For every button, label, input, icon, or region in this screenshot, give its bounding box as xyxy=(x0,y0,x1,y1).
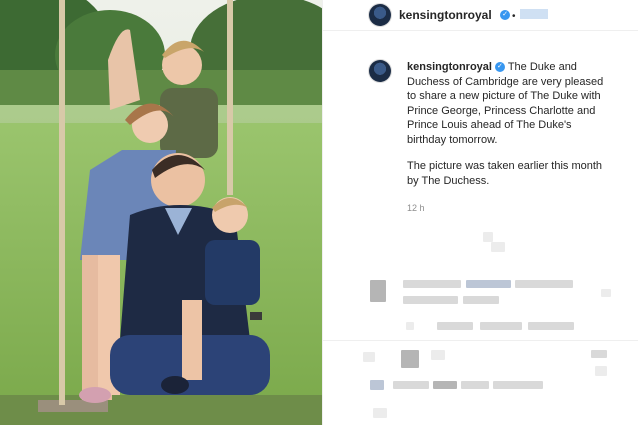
blurred-text xyxy=(403,280,461,288)
blurred-text xyxy=(528,322,574,330)
blurred-block xyxy=(431,350,445,360)
blurred-text xyxy=(403,296,458,304)
blurred-block xyxy=(601,289,611,297)
blurred-text xyxy=(433,381,457,389)
blurred-text xyxy=(393,381,429,389)
blurred-block xyxy=(491,242,505,252)
blurred-text xyxy=(463,296,499,304)
caption-avatar[interactable] xyxy=(369,60,391,82)
blurred-text xyxy=(466,280,511,288)
blurred-block xyxy=(595,366,607,376)
caption-verified-badge-icon: ✓ xyxy=(494,62,505,73)
verified-badge-icon: ✓ xyxy=(500,10,510,20)
header-separator: • xyxy=(512,11,516,22)
blurred-block xyxy=(483,232,493,242)
blurred-block xyxy=(406,322,414,330)
blurred-text xyxy=(437,322,473,330)
blurred-block xyxy=(363,352,375,362)
caption-paragraph-1: The Duke and Duchess of Cambridge are ve… xyxy=(407,61,604,146)
post-header: kensingtonroyal ✓ • xyxy=(323,0,638,31)
caption-text-block: kensingtonroyal ✓ The Duke and Duchess of… xyxy=(407,60,609,200)
photo-image xyxy=(0,0,322,425)
blurred-text xyxy=(480,322,522,330)
follow-button[interactable] xyxy=(520,9,548,19)
header-username[interactable]: kensingtonroyal xyxy=(399,8,492,22)
blurred-block xyxy=(401,350,419,368)
blurred-block xyxy=(591,350,607,358)
blurred-text xyxy=(515,280,573,288)
blurred-text xyxy=(493,381,543,389)
caption-username[interactable]: kensingtonroyal xyxy=(407,61,492,73)
blurred-block xyxy=(370,380,384,390)
blurred-block xyxy=(373,408,387,418)
profile-avatar[interactable] xyxy=(369,4,391,26)
caption-paragraph-2: The picture was taken earlier this month… xyxy=(407,160,603,187)
post-side-panel: kensingtonroyal ✓ • kensingtonroyal ✓ The… xyxy=(323,0,638,425)
post-timestamp: 12 h xyxy=(407,203,425,213)
post-photo[interactable] xyxy=(0,0,322,425)
section-separator xyxy=(323,340,638,341)
comment-avatar xyxy=(370,280,386,302)
blurred-text xyxy=(461,381,489,389)
